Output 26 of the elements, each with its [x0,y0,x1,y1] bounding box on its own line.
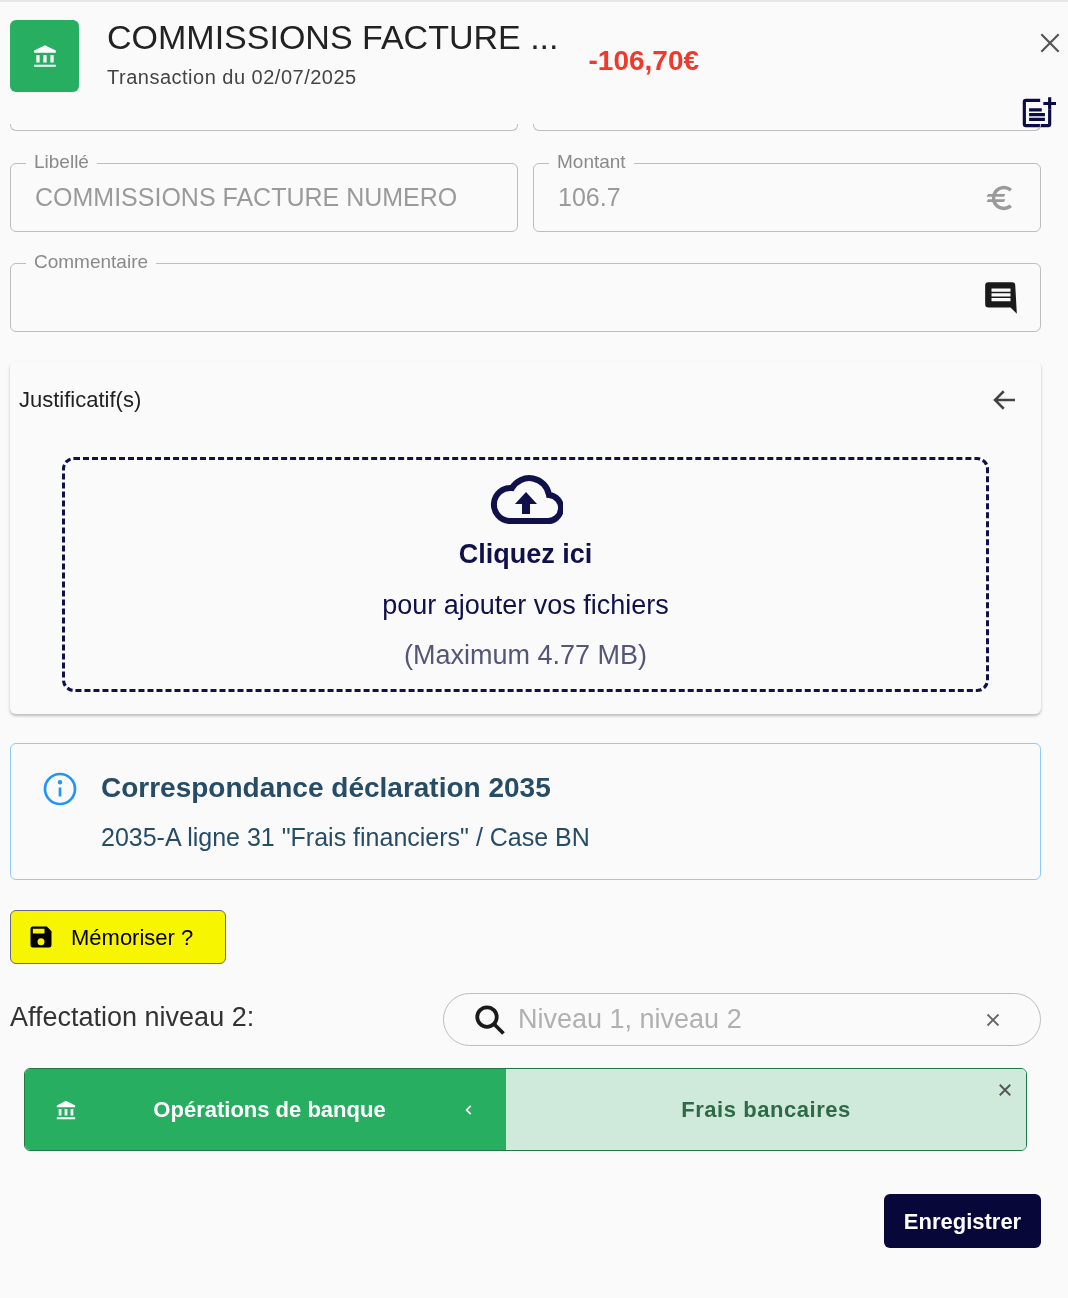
bank-icon [55,1098,77,1121]
field-value: COMMISSIONS FACTURE NUMERO [35,181,459,213]
info-text: 2035-A ligne 31 "Frais financiers" / Case BN [101,822,590,853]
transaction-amount: -106,70€ [588,44,700,78]
assignment-label: Affectation niveau 2: [10,1001,255,1034]
search-input[interactable]: Niveau 1, niveau 2 [518,999,982,1040]
transaction-title: COMMISSIONS FACTURE ... [107,20,559,54]
category-chip[interactable]: Opérations de banque [25,1069,506,1150]
subcategory-chip[interactable]: Frais bancaires [506,1069,1026,1150]
upload-text: pour ajouter vos fichiers [382,588,669,622]
info-title: Correspondance déclaration 2035 [101,771,552,805]
upload-limit: (Maximum 4.77 MB) [403,639,647,672]
upload-dropzone[interactable]: Cliquez ici pour ajouter vos fichiers (Maximum 4.77 MB) [62,457,989,692]
section-title: Justificatif(s) [19,386,142,414]
save-button[interactable]: Enregistrer [884,1194,1041,1248]
upload-title: Cliquez ici [458,538,593,571]
bank-icon [10,20,79,92]
remove-icon[interactable] [996,1081,1014,1099]
memorize-button[interactable]: Mémoriser ? [10,910,226,964]
category-label: Opérations de banque [152,1096,387,1124]
cloud-upload-icon [488,474,563,526]
field-value: 106.7 [558,181,622,213]
input-field[interactable] [10,124,518,131]
input-field[interactable] [533,124,1041,131]
info-icon [42,771,78,807]
transaction-date: Transaction du 02/07/2025 [107,65,358,90]
